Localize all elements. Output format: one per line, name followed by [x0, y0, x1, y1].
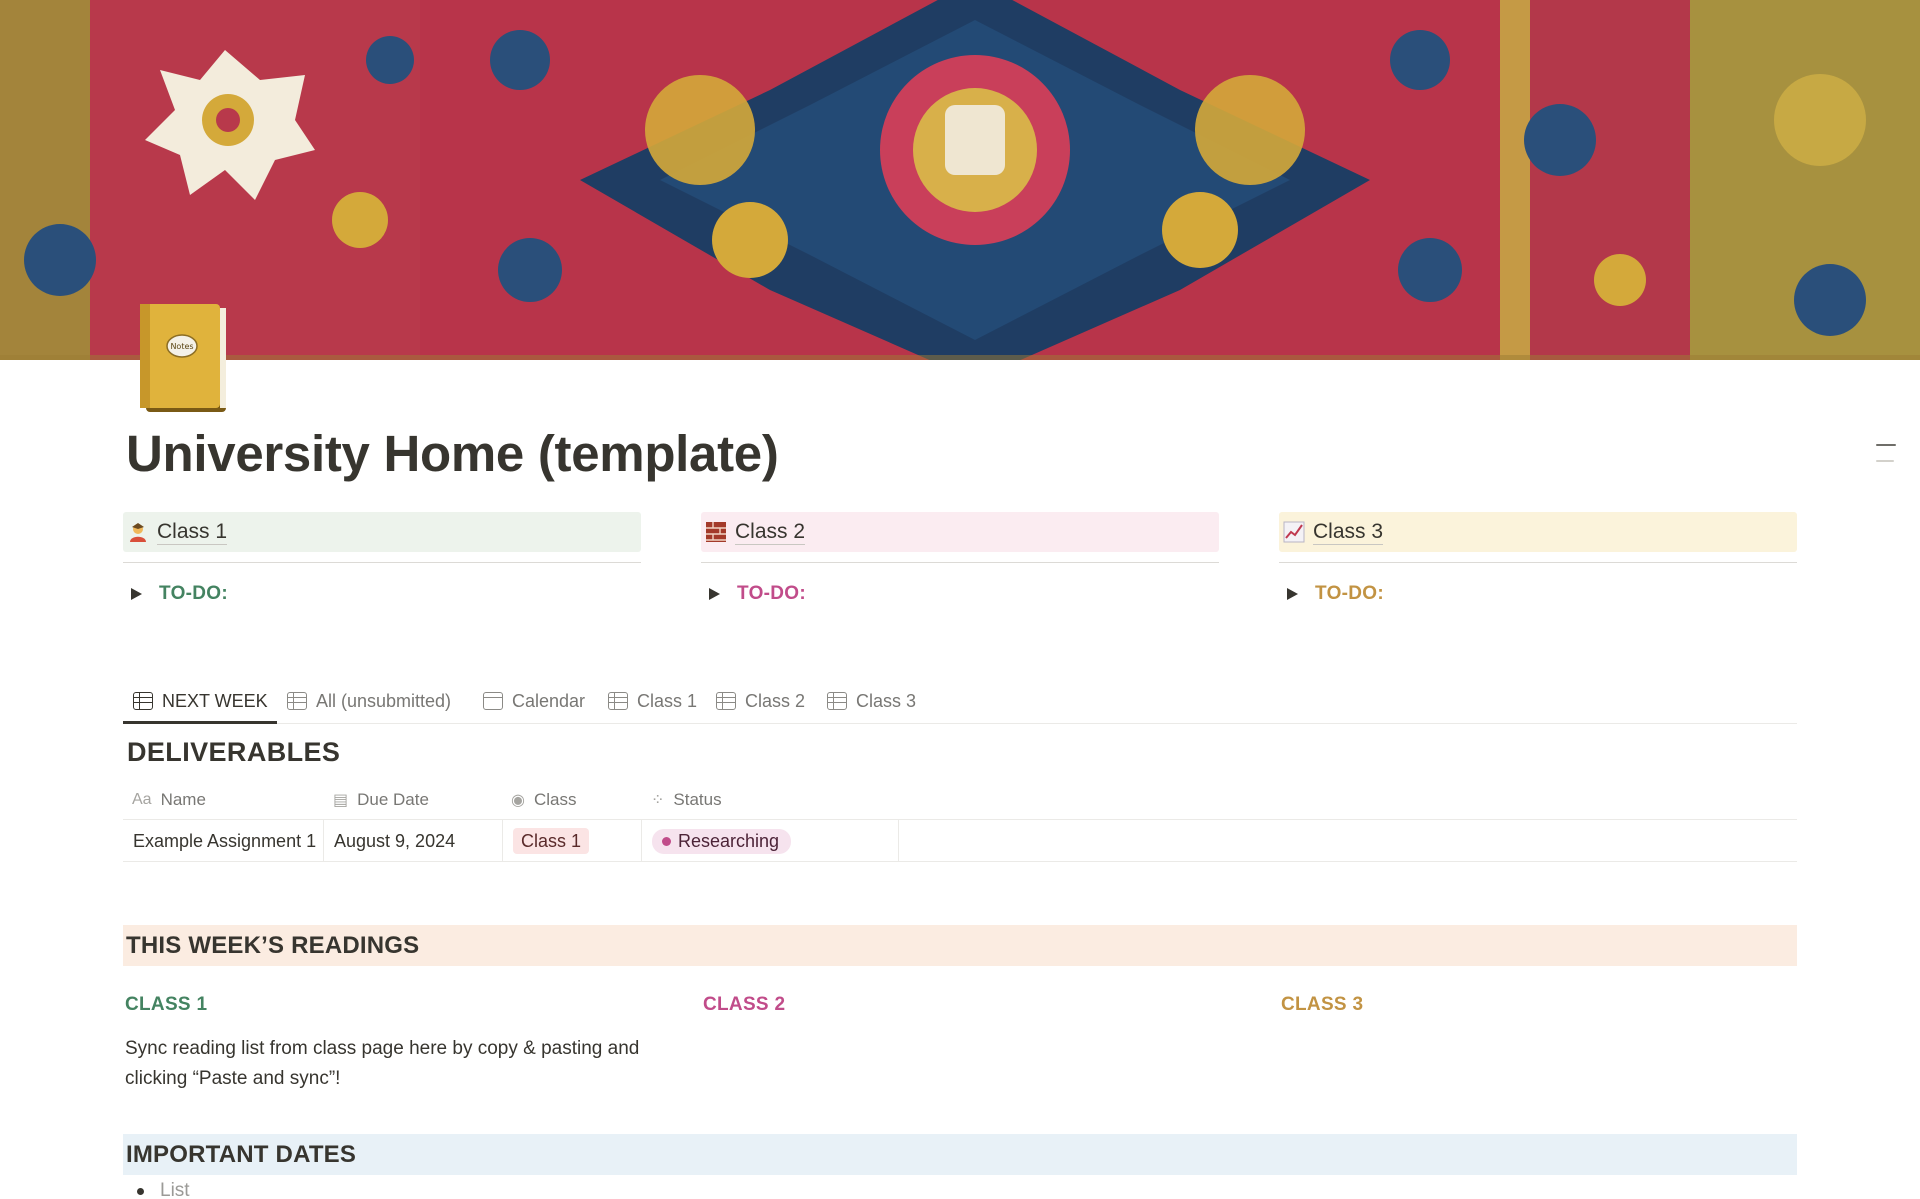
- table-icon: [608, 692, 628, 710]
- column-header-label: Class: [533, 790, 577, 809]
- student-icon: [127, 521, 149, 543]
- bricks-icon: [705, 521, 727, 543]
- tab-class-3[interactable]: Class 3: [827, 678, 916, 724]
- readings-class-3-heading[interactable]: CLASS 3: [1281, 994, 1363, 1016]
- tab-label: Class 3: [856, 690, 917, 711]
- chart-icon: [1283, 521, 1305, 543]
- cell-class[interactable]: Class 1: [503, 820, 642, 862]
- due-date-value: August 9, 2024: [334, 830, 456, 851]
- column-header-status[interactable]: ⁘ Status: [642, 780, 898, 820]
- class-link-3[interactable]: Class 3: [1279, 512, 1797, 552]
- text-icon: Aa: [132, 791, 152, 808]
- readings-heading[interactable]: THIS WEEK’S READINGS: [123, 925, 1797, 966]
- tab-label: All (unsubmitted): [316, 690, 452, 711]
- table-icon: [827, 692, 847, 710]
- page-cover[interactable]: [0, 0, 1920, 360]
- divider: [701, 562, 1219, 563]
- column-header-label: Status: [673, 790, 722, 809]
- table-icon: [133, 692, 153, 710]
- column-header-name[interactable]: Aa Name: [123, 780, 323, 820]
- column-header-label: Due Date: [357, 790, 429, 809]
- table-row[interactable]: Example Assignment 1 August 9, 2024 Clas…: [123, 820, 1797, 862]
- bullet-icon: [137, 1187, 144, 1195]
- class-link-label[interactable]: Class 1: [157, 520, 228, 545]
- tab-class-1[interactable]: Class 1: [608, 678, 697, 724]
- table-icon: [287, 692, 307, 710]
- class-tag: Class 1: [513, 828, 590, 854]
- status-badge: Researching: [652, 828, 792, 854]
- table-of-contents-button[interactable]: [1874, 440, 1898, 466]
- tab-label: Class 2: [745, 690, 806, 711]
- active-tab-indicator: [123, 721, 277, 724]
- class-link-2[interactable]: Class 2: [701, 512, 1219, 552]
- todo-label: TO-DO:: [1315, 583, 1384, 604]
- column-header-due-date[interactable]: ▤ Due Date: [324, 780, 502, 820]
- class-link-label[interactable]: Class 3: [1313, 520, 1384, 545]
- class-column-2: Class 2 TO-DO:: [701, 512, 1219, 605]
- toggle-triangle-icon[interactable]: [709, 588, 720, 600]
- todo-toggle-3[interactable]: TO-DO:: [1279, 583, 1797, 605]
- tab-label: Class 1: [637, 690, 698, 711]
- readings-class-2-heading[interactable]: CLASS 2: [703, 994, 785, 1016]
- class-column-3: Class 3 TO-DO:: [1279, 512, 1797, 605]
- important-dates-heading[interactable]: IMPORTANT DATES: [123, 1134, 1797, 1175]
- assignment-name[interactable]: Example Assignment 1: [133, 831, 316, 852]
- table-icon: [716, 692, 736, 710]
- status-dot-icon: [662, 836, 671, 846]
- tab-all-unsubmitted[interactable]: All (unsubmitted): [287, 678, 451, 724]
- table-header: Aa Name ▤ Due Date ◉ Class ⁘ Status: [123, 780, 1797, 820]
- readings-class-1-heading[interactable]: CLASS 1: [125, 994, 207, 1016]
- persian-rug-cover-image: [0, 0, 1920, 360]
- todo-toggle-1[interactable]: TO-DO:: [123, 583, 641, 605]
- tab-class-2[interactable]: Class 2: [716, 678, 805, 724]
- list-placeholder[interactable]: List: [160, 1180, 190, 1199]
- toggle-triangle-icon[interactable]: [131, 588, 142, 600]
- notebook-icon-label: Notes: [170, 342, 193, 351]
- cell-status[interactable]: Researching: [642, 820, 899, 862]
- class-link-1[interactable]: Class 1: [123, 512, 641, 552]
- class-column-1: Class 1 TO-DO:: [123, 512, 641, 605]
- column-header-label: Name: [160, 790, 206, 809]
- select-icon: ◉: [511, 792, 525, 809]
- tab-label: Calendar: [512, 690, 586, 711]
- list-item[interactable]: List: [137, 1180, 190, 1199]
- divider: [1279, 562, 1797, 563]
- calendar-icon: ▤: [333, 792, 349, 809]
- readings-class-1-text[interactable]: Sync reading list from class page here b…: [125, 1034, 645, 1094]
- todo-label: TO-DO:: [737, 583, 806, 604]
- column-header-class[interactable]: ◉ Class: [502, 780, 642, 820]
- toggle-triangle-icon[interactable]: [1287, 588, 1298, 600]
- cell-due-date[interactable]: August 9, 2024: [324, 820, 503, 862]
- class-link-label[interactable]: Class 2: [735, 520, 806, 545]
- calendar-icon: [483, 692, 503, 710]
- tab-label: NEXT WEEK: [162, 690, 268, 711]
- todo-toggle-2[interactable]: TO-DO:: [701, 583, 1219, 605]
- tab-next-week[interactable]: NEXT WEEK: [133, 678, 268, 724]
- page-title[interactable]: University Home (template): [126, 424, 779, 483]
- todo-label: TO-DO:: [159, 583, 228, 604]
- notebook-icon[interactable]: Notes: [136, 302, 232, 418]
- database-view-tabs: NEXT WEEK All (unsubmitted) Calendar Cla…: [123, 678, 1797, 724]
- database-title[interactable]: DELIVERABLES: [127, 737, 340, 768]
- cell-name[interactable]: Example Assignment 1: [123, 820, 324, 862]
- tab-calendar[interactable]: Calendar: [483, 678, 585, 724]
- status-label: Researching: [678, 830, 780, 851]
- status-icon: ⁘: [651, 792, 665, 809]
- divider: [123, 562, 641, 563]
